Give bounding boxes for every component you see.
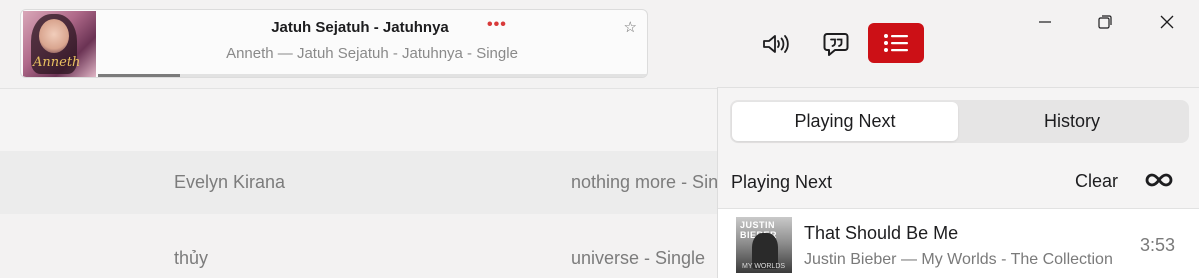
queue-item-artwork: JUSTIN BIEBER MY WORLDS (736, 217, 792, 273)
queue-item-title: That Should Be Me (804, 223, 959, 243)
queue-item-subtitle: Justin Bieber — My Worlds - The Collecti… (804, 251, 1113, 268)
table-row[interactable]: Evelyn Kirana nothing more - Sin (0, 151, 719, 214)
playback-progress-bar[interactable] (98, 74, 647, 77)
autoplay-button[interactable] (1144, 168, 1174, 192)
more-options-button[interactable]: ••• (487, 16, 507, 34)
artwork-face-shape (39, 19, 69, 53)
speaker-volume-icon (763, 35, 789, 53)
table-row[interactable]: thủy universe - Single (0, 214, 717, 277)
volume-button[interactable] (748, 24, 804, 64)
lyrics-button[interactable] (808, 24, 864, 64)
minimize-icon (1039, 21, 1051, 23)
now-playing-card[interactable]: Anneth Jatuh Sejatuh - Jatuhnya ••• ☆ An… (20, 9, 648, 78)
tab-playing-next[interactable]: Playing Next (732, 102, 958, 141)
restore-icon (1098, 15, 1112, 29)
tab-history[interactable]: History (959, 102, 1185, 141)
queue-segmented-control: Playing Next History (730, 100, 1189, 143)
minimize-button[interactable] (1030, 8, 1060, 36)
close-button[interactable] (1152, 8, 1182, 36)
close-icon (1160, 15, 1174, 29)
now-playing-subtitle: Anneth — Jatuh Sejatuh - Jatuhnya - Sing… (226, 45, 518, 62)
row-artist: Evelyn Kirana (174, 172, 286, 192)
queue-item-duration: 3:53 (1140, 235, 1176, 255)
album-artwork[interactable]: Anneth (23, 11, 96, 77)
artwork-script-logo: Anneth (33, 55, 81, 70)
star-icon[interactable]: ☆ (624, 18, 637, 36)
queue-button[interactable] (868, 23, 924, 63)
artwork-footer-text: MY WORLDS (742, 263, 786, 270)
song-list-header (0, 88, 717, 152)
clear-queue-button[interactable]: Clear (1075, 171, 1118, 192)
queue-section-label: Playing Next (731, 172, 833, 192)
queue-panel: Playing Next History Playing Next Clear … (717, 87, 1199, 278)
row-artist: thủy (174, 248, 209, 268)
lyrics-bubble-icon (823, 33, 849, 56)
now-playing-title: Jatuh Sejatuh - Jatuhnya (271, 19, 449, 36)
maximize-button[interactable] (1090, 8, 1120, 36)
infinity-icon (1145, 173, 1173, 187)
list-item[interactable]: JUSTIN BIEBER MY WORLDS That Should Be M… (718, 209, 1199, 278)
row-album: nothing more - Sin (571, 172, 719, 192)
row-album: universe - Single (571, 248, 706, 268)
song-list: Evelyn Kirana nothing more - Sin thủy un… (0, 88, 719, 277)
playback-progress-fill (98, 74, 181, 77)
queue-list-icon (884, 34, 908, 52)
